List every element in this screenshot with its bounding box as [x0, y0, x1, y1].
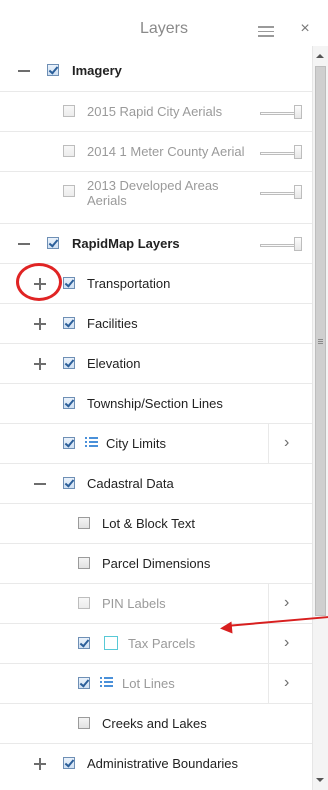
checkbox-tax-parcels[interactable]	[78, 637, 90, 649]
layer-row-cadastral: Cadastral Data	[0, 463, 312, 503]
layers-panel: Layers × Imagery 2015 Rapid City Aerials…	[0, 0, 312, 790]
scroll-up-arrow-icon[interactable]	[316, 54, 324, 58]
layer-row-township: Township/Section Lines	[0, 383, 312, 423]
layer-label-elevation: Elevation	[87, 356, 141, 371]
expand-chevron-button[interactable]: ›	[268, 624, 312, 663]
scrollbar-thumb[interactable]	[315, 66, 326, 616]
layer-label-facilities: Facilities	[87, 316, 138, 331]
layer-label-creeks: Creeks and Lakes	[102, 716, 207, 731]
layer-label-township: Township/Section Lines	[87, 396, 223, 411]
checkbox-facilities[interactable]	[63, 317, 75, 329]
layer-row-2015-aerials: 2015 Rapid City Aerials	[0, 91, 312, 131]
expand-chevron-button[interactable]: ›	[268, 664, 312, 703]
layer-row-2013-aerials: 2013 Developed Areas Aerials	[0, 171, 312, 223]
checkbox-elevation[interactable]	[63, 357, 75, 369]
chevron-right-icon: ›	[284, 674, 290, 691]
close-icon[interactable]: ×	[298, 20, 312, 38]
opacity-slider[interactable]	[260, 145, 302, 159]
layer-label-admin-boundaries: Administrative Boundaries	[87, 756, 239, 771]
annotation-arrowhead	[219, 621, 233, 635]
expand-chevron-button[interactable]: ›	[268, 424, 312, 463]
checkbox-creeks[interactable]	[78, 717, 90, 729]
checkbox-rapidmap[interactable]	[47, 237, 59, 249]
layer-label-imagery: Imagery	[72, 63, 122, 78]
annotation-circle	[16, 263, 62, 301]
scroll-down-arrow-icon[interactable]	[316, 778, 324, 782]
layer-row-lot-lines: Lot Lines ›	[0, 663, 312, 703]
grip-icon	[318, 339, 323, 345]
legend-list-icon	[85, 436, 99, 450]
expand-plus-icon[interactable]	[32, 356, 48, 372]
layer-label-cadastral: Cadastral Data	[87, 476, 174, 491]
checkbox-pin-labels[interactable]	[78, 597, 90, 609]
layer-row-2014-aerial: 2014 1 Meter County Aerial	[0, 131, 312, 171]
hamburger-menu-icon[interactable]	[258, 26, 274, 38]
layer-label-lot-lines: Lot Lines	[122, 676, 175, 691]
layer-row-city-limits: City Limits ›	[0, 423, 312, 463]
layer-label-pin-labels: PIN Labels	[102, 596, 166, 611]
chevron-right-icon: ›	[284, 634, 290, 651]
layer-row-imagery: Imagery	[0, 51, 312, 91]
checkbox-lot-block[interactable]	[78, 517, 90, 529]
layer-label-2013-aerials: 2013 Developed Areas Aerials	[87, 178, 219, 208]
layer-row-elevation: Elevation	[0, 343, 312, 383]
layer-row-creeks: Creeks and Lakes	[0, 703, 312, 743]
layer-label-transportation: Transportation	[87, 276, 171, 291]
checkbox-2015-aerials[interactable]	[63, 105, 75, 117]
collapse-minus-icon[interactable]	[32, 476, 48, 492]
layer-row-rapidmap: RapidMap Layers	[0, 223, 312, 263]
opacity-slider[interactable]	[260, 105, 302, 119]
checkbox-township[interactable]	[63, 397, 75, 409]
checkbox-admin-boundaries[interactable]	[63, 757, 75, 769]
checkbox-cadastral[interactable]	[63, 477, 75, 489]
chevron-right-icon: ›	[284, 594, 290, 611]
legend-list-icon	[100, 676, 114, 690]
layer-row-parcel-dimensions: Parcel Dimensions	[0, 543, 312, 583]
collapse-minus-icon[interactable]	[16, 63, 32, 79]
panel-header: Layers ×	[0, 0, 328, 46]
layer-label-parcel-dimensions: Parcel Dimensions	[102, 556, 211, 571]
layer-row-admin-boundaries: Administrative Boundaries	[0, 743, 312, 783]
checkbox-2013-aerials[interactable]	[63, 185, 75, 197]
layer-row-tax-parcels: Tax Parcels ›	[0, 623, 312, 663]
layer-label-2015-aerials: 2015 Rapid City Aerials	[87, 104, 223, 119]
layer-row-pin-labels: PIN Labels ›	[0, 583, 312, 623]
opacity-slider[interactable]	[260, 237, 302, 251]
checkbox-city-limits[interactable]	[63, 437, 75, 449]
layer-label-city-limits: City Limits	[106, 436, 166, 451]
expand-plus-icon[interactable]	[32, 316, 48, 332]
layer-row-facilities: Facilities	[0, 303, 312, 343]
chevron-right-icon: ›	[284, 434, 290, 451]
layer-label-lot-block: Lot & Block Text	[102, 516, 195, 531]
vertical-scrollbar[interactable]	[312, 46, 328, 790]
opacity-slider[interactable]	[260, 185, 302, 199]
checkbox-transportation[interactable]	[63, 277, 75, 289]
checkbox-lot-lines[interactable]	[78, 677, 90, 689]
layer-row-lot-block: Lot & Block Text	[0, 503, 312, 543]
checkbox-parcel-dimensions[interactable]	[78, 557, 90, 569]
layer-label-2014-aerial: 2014 1 Meter County Aerial	[87, 144, 245, 159]
expand-plus-icon[interactable]	[32, 756, 48, 772]
panel-title: Layers	[139, 20, 189, 37]
layer-label-rapidmap: RapidMap Layers	[72, 236, 180, 251]
layer-label-tax-parcels: Tax Parcels	[128, 636, 196, 651]
checkbox-2014-aerial[interactable]	[63, 145, 75, 157]
polygon-symbol-icon	[104, 636, 118, 650]
checkbox-imagery[interactable]	[47, 64, 59, 76]
collapse-minus-icon[interactable]	[16, 236, 32, 252]
